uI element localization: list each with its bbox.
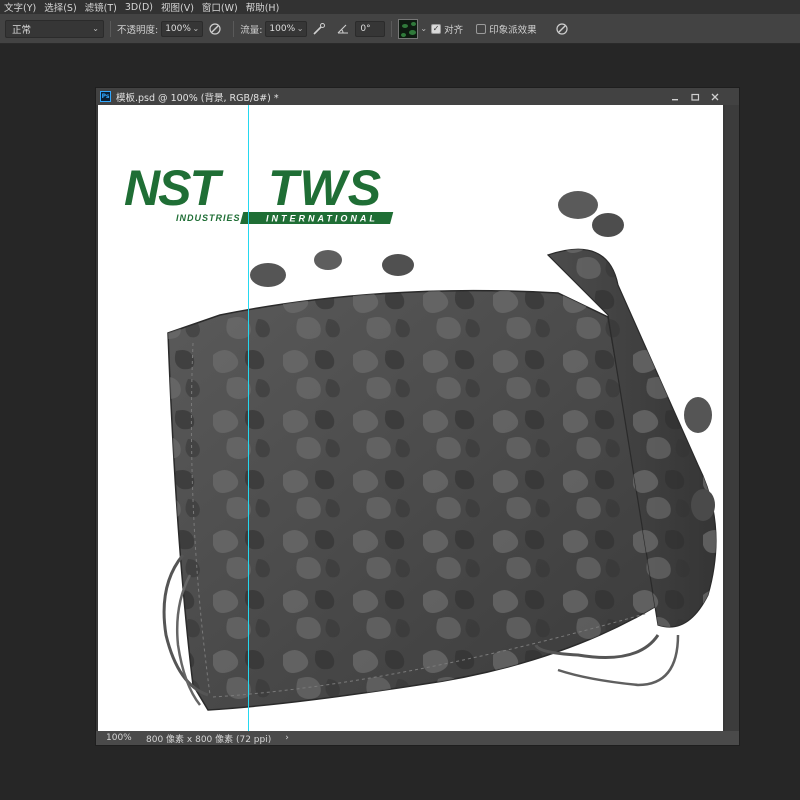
pressure-icon[interactable] bbox=[207, 21, 223, 37]
menu-item-view[interactable]: 视图(V) bbox=[161, 0, 194, 14]
nst-tws-logo: NST TWS INDUSTRIES INTERNATIONAL bbox=[124, 160, 394, 224]
impressionist-label: 印象派效果 bbox=[489, 24, 537, 36]
airbrush-icon[interactable] bbox=[311, 21, 327, 37]
chevron-down-icon[interactable]: ⌄ bbox=[420, 24, 427, 33]
menu-item-select[interactable]: 选择(S) bbox=[44, 0, 76, 14]
angle-value: 0° bbox=[360, 23, 371, 34]
flow-label: 流量: bbox=[240, 24, 263, 36]
flow-value: 100% bbox=[269, 23, 296, 34]
document-tab[interactable]: Ps 模板.psd @ 100% (背景, RGB/8#) * bbox=[96, 88, 739, 105]
impressionist-checkbox[interactable]: 印象派效果 bbox=[476, 22, 540, 36]
maximize-icon[interactable] bbox=[685, 88, 705, 105]
menu-item-filter[interactable]: 滤镜(T) bbox=[85, 0, 117, 14]
flow-input[interactable]: 100% ⌄ bbox=[265, 20, 308, 37]
blend-mode-value: 正常 bbox=[12, 24, 32, 36]
close-icon[interactable] bbox=[705, 88, 725, 105]
checkbox-unchecked-icon bbox=[476, 23, 487, 34]
blend-mode-select[interactable]: 正常 ⌄ bbox=[5, 19, 104, 38]
chevron-down-icon: ⌄ bbox=[192, 24, 200, 33]
opacity-input[interactable]: 100% ⌄ bbox=[161, 20, 204, 37]
chevron-down-icon: ⌄ bbox=[92, 24, 99, 33]
align-checkbox[interactable]: ✓ 对齐 bbox=[431, 22, 466, 36]
vertical-scrollbar[interactable] bbox=[725, 105, 739, 731]
angle-icon bbox=[335, 21, 351, 37]
align-label: 对齐 bbox=[444, 24, 464, 36]
divider bbox=[391, 20, 393, 37]
brush-preset-thumbnail[interactable] bbox=[398, 18, 419, 39]
document-dimensions: 800 像素 x 800 像素 (72 ppi) bbox=[146, 734, 272, 745]
logo-brand-left: NST bbox=[124, 160, 224, 216]
divider bbox=[233, 20, 235, 37]
status-menu-arrow[interactable]: › bbox=[285, 733, 289, 743]
document-title: 模板.psd @ 100% (背景, RGB/8#) * bbox=[116, 92, 279, 104]
angle-input[interactable]: 0° bbox=[355, 20, 386, 37]
logo-brand-right: TWS bbox=[268, 160, 382, 216]
window-controls bbox=[665, 88, 725, 105]
document-window: Ps 模板.psd @ 100% (背景, RGB/8#) * NST TWS … bbox=[95, 87, 740, 746]
pressure-size-icon[interactable] bbox=[554, 21, 570, 37]
menu-item-help[interactable]: 帮助(H) bbox=[246, 0, 280, 14]
opacity-value: 100% bbox=[165, 23, 191, 34]
menu-item-window[interactable]: 窗口(W) bbox=[202, 0, 238, 14]
vertical-guide-line[interactable] bbox=[248, 105, 249, 731]
opacity-label: 不透明度: bbox=[117, 24, 159, 36]
options-bar: 正常 ⌄ 不透明度: 100% ⌄ 流量: 100% ⌄ 0° ⌄ ✓ 对齐 印… bbox=[0, 14, 800, 44]
zoom-level[interactable]: 100% bbox=[106, 733, 146, 743]
minimize-icon[interactable] bbox=[665, 88, 685, 105]
photoshop-file-icon: Ps bbox=[100, 91, 111, 102]
menu-item-type[interactable]: 文字(Y) bbox=[4, 0, 36, 14]
menu-bar: 文字(Y) 选择(S) 滤镜(T) 3D(D) 视图(V) 窗口(W) 帮助(H… bbox=[0, 0, 800, 14]
logo-sub-left: INDUSTRIES bbox=[176, 213, 241, 223]
logo-sub-right: INTERNATIONAL bbox=[266, 214, 378, 224]
divider bbox=[110, 20, 111, 37]
chevron-down-icon: ⌄ bbox=[296, 24, 304, 33]
menu-item-3d[interactable]: 3D(D) bbox=[125, 2, 153, 13]
camo-net-image bbox=[162, 191, 717, 711]
canvas[interactable]: NST TWS INDUSTRIES INTERNATIONAL bbox=[98, 105, 723, 731]
status-bar: 100% 800 像素 x 800 像素 (72 ppi) › bbox=[96, 731, 739, 745]
checkbox-checked-icon: ✓ bbox=[431, 23, 442, 34]
